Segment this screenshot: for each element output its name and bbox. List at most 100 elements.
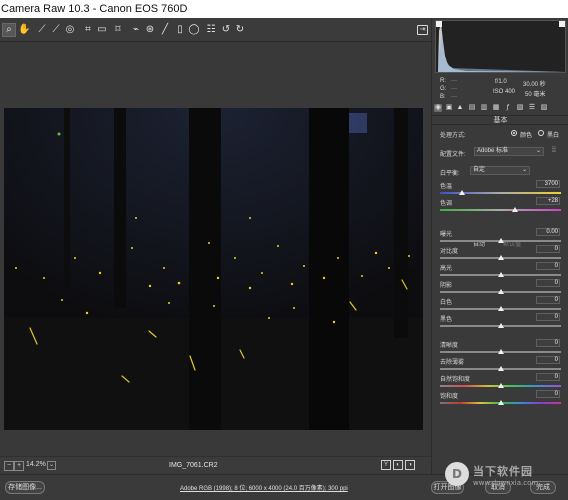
- tone-curve-tab-icon[interactable]: ▣: [445, 104, 453, 112]
- tint-slider[interactable]: [440, 207, 561, 212]
- tint-value[interactable]: +28: [536, 197, 560, 205]
- slider-thumb[interactable]: [497, 238, 504, 243]
- panel-tabs: ◉ ▣ ▲ ▤ ▥ ▦ ƒ ▧ ☰ ▨: [432, 104, 568, 114]
- spot-removal-tool-icon[interactable]: ⌁: [130, 24, 142, 36]
- aperture-value: f/1.0: [495, 79, 507, 85]
- detail-tab-icon[interactable]: ▲: [456, 104, 464, 112]
- clarity-value[interactable]: 0: [536, 339, 560, 347]
- slider-thumb[interactable]: [497, 289, 504, 294]
- preferences-icon[interactable]: ☷: [205, 24, 217, 36]
- vibrance-value[interactable]: 0: [536, 373, 560, 381]
- exposure-label: 曝光: [440, 232, 453, 238]
- slider-thumb[interactable]: [497, 272, 504, 277]
- split-toning-tab-icon[interactable]: ▥: [480, 104, 488, 112]
- presets-tab-icon[interactable]: ☰: [528, 104, 536, 112]
- temperature-slider[interactable]: [440, 190, 561, 195]
- slider-thumb[interactable]: [497, 255, 504, 260]
- shutter-value: 30.00 秒: [523, 82, 546, 88]
- rotate-right-icon[interactable]: ↻: [234, 24, 246, 36]
- camera-calibration-tab-icon[interactable]: ▧: [516, 104, 524, 112]
- iso-value: ISO 400: [493, 89, 516, 95]
- section-title: 基本: [432, 115, 568, 125]
- saturation-slider[interactable]: [440, 400, 561, 405]
- watermark-logo: D: [445, 462, 469, 486]
- red-eye-removal-tool-icon[interactable]: ⊛: [144, 24, 156, 36]
- save-image-button[interactable]: 存储图像...: [5, 481, 45, 494]
- white-balance-tool-icon[interactable]: ⟋: [36, 24, 48, 36]
- exposure-slider[interactable]: [440, 238, 561, 243]
- shadows-slider[interactable]: [440, 289, 561, 294]
- profile-dropdown[interactable]: Adobe 标准 ⌄: [474, 147, 544, 156]
- slider-thumb[interactable]: [512, 207, 519, 212]
- radial-filter-icon[interactable]: ◯: [188, 24, 200, 36]
- graduated-filter-icon[interactable]: ▯: [174, 24, 186, 36]
- slider-thumb[interactable]: [497, 323, 504, 328]
- clarity-slider[interactable]: [440, 349, 561, 354]
- color-sampler-tool-icon[interactable]: ⟋: [50, 24, 62, 36]
- bw-radio[interactable]: [538, 130, 544, 136]
- zoom-dropdown[interactable]: ⌄: [47, 461, 56, 470]
- preview-area: [0, 42, 431, 456]
- targeted-adjustment-tool-icon[interactable]: ◎: [64, 24, 76, 36]
- swap-settings-button[interactable]: ◐: [393, 460, 403, 470]
- workflow-options-link[interactable]: Adobe RGB (1998); 8 位; 6000 x 4000 (24.0…: [180, 483, 348, 492]
- slider-thumb[interactable]: [497, 400, 504, 405]
- exposure-value[interactable]: 0.00: [536, 228, 560, 236]
- slider-thumb[interactable]: [497, 383, 504, 388]
- zoom-in-button[interactable]: +: [14, 461, 24, 471]
- zoom-tool-icon[interactable]: ⌕: [2, 23, 16, 37]
- white-balance-dropdown[interactable]: 自定 ⌄: [470, 166, 530, 175]
- highlights-label: 高光: [440, 266, 453, 272]
- hsl-tab-icon[interactable]: ▤: [468, 104, 476, 112]
- slider-thumb[interactable]: [497, 349, 504, 354]
- chevron-down-icon: ⌄: [535, 148, 541, 154]
- temperature-label: 色温: [440, 184, 453, 190]
- toggle-settings-button[interactable]: ◑: [405, 460, 415, 470]
- adjustment-brush-icon[interactable]: ╱: [159, 24, 171, 36]
- color-radio[interactable]: [511, 130, 517, 136]
- slider-thumb[interactable]: [497, 366, 504, 371]
- profile-browser-icon[interactable]: ⁞⁞: [550, 147, 558, 155]
- highlights-value[interactable]: 0: [536, 262, 560, 270]
- photo-preview[interactable]: [4, 108, 423, 430]
- camera-info: R: --- G: --- B: --- f/1.0 30.00 秒 ISO 4…: [435, 76, 566, 102]
- whites-slider[interactable]: [440, 306, 561, 311]
- color-radio-label: 颜色: [520, 133, 533, 139]
- watermark: D 当下软件园 www.downxia.com: [445, 462, 567, 500]
- dehaze-value[interactable]: 0: [536, 356, 560, 364]
- temperature-value[interactable]: 3700: [536, 180, 560, 188]
- profile-value: Adobe 标准: [477, 148, 509, 154]
- basic-tab-icon[interactable]: ◉: [434, 104, 442, 112]
- histogram: [435, 20, 566, 73]
- zoom-out-button[interactable]: −: [4, 461, 14, 471]
- shadows-value[interactable]: 0: [536, 279, 560, 287]
- fx-tab-icon[interactable]: ƒ: [504, 104, 512, 112]
- lens-tab-icon[interactable]: ▦: [492, 104, 500, 112]
- crop-tool-icon[interactable]: ⌗: [82, 24, 94, 36]
- toggle-fullscreen-icon[interactable]: ⇥: [417, 25, 428, 35]
- whites-value[interactable]: 0: [536, 296, 560, 304]
- rotate-left-icon[interactable]: ↺: [220, 24, 232, 36]
- bw-radio-label: 黑白: [547, 133, 560, 139]
- slider-thumb[interactable]: [458, 190, 465, 195]
- focal-length-value: 50 毫米: [525, 92, 546, 98]
- blacks-slider[interactable]: [440, 323, 561, 328]
- red-readout-label: R:: [440, 78, 446, 84]
- before-after-toggle[interactable]: Y: [381, 460, 391, 470]
- highlights-slider[interactable]: [440, 272, 561, 277]
- saturation-label: 饱和度: [440, 394, 459, 400]
- green-readout-value: ---: [451, 86, 457, 92]
- straighten-tool-icon[interactable]: ▭: [96, 24, 108, 36]
- contrast-slider[interactable]: [440, 255, 561, 260]
- dehaze-slider[interactable]: [440, 366, 561, 371]
- histogram-graph: [436, 21, 565, 72]
- window-title: Camera Raw 10.3 - Canon EOS 760D: [0, 0, 568, 18]
- vibrance-slider[interactable]: [440, 383, 561, 388]
- slider-thumb[interactable]: [497, 306, 504, 311]
- hand-tool-icon[interactable]: ✋: [18, 24, 30, 36]
- saturation-value[interactable]: 0: [536, 390, 560, 398]
- blacks-value[interactable]: 0: [536, 313, 560, 321]
- snapshots-tab-icon[interactable]: ▨: [540, 104, 548, 112]
- transform-tool-icon[interactable]: ⌑: [112, 24, 124, 36]
- contrast-value[interactable]: 0: [536, 245, 560, 253]
